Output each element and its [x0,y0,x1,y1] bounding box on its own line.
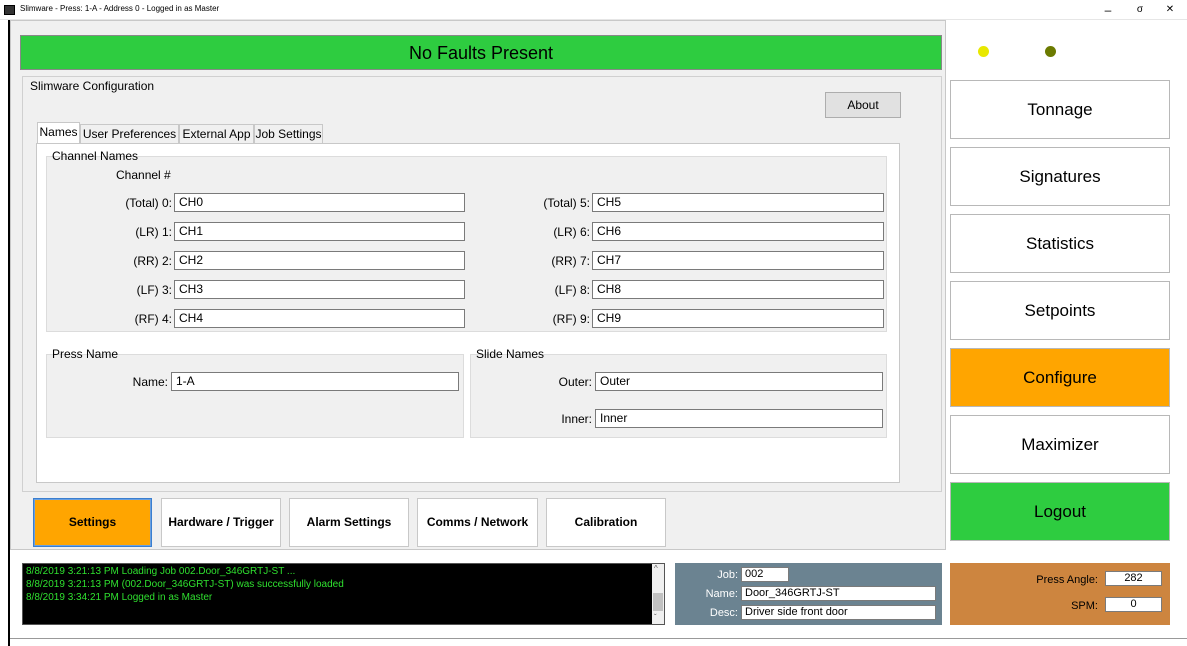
tab-job-settings[interactable]: Job Settings [254,124,323,143]
channel-7-input[interactable]: CH7 [592,251,884,270]
press-angle-value: 282 [1105,571,1162,586]
channel-5-label: (Total) 5: [543,196,590,210]
scroll-down-icon[interactable]: ˇ [654,613,657,622]
settings-button[interactable]: Settings [33,498,152,547]
channel-7-label: (RR) 7: [551,254,590,268]
channel-1-input[interactable]: CH1 [174,222,465,241]
tab-names[interactable]: Names [37,122,80,144]
channel-4-label: (RF) 4: [134,312,172,326]
nav-statistics-button[interactable]: Statistics [950,214,1170,273]
bottom-divider [10,638,1187,639]
channel-1-label: (LR) 1: [135,225,172,239]
channel-3-label: (LF) 3: [136,283,172,297]
tab-user-preferences[interactable]: User Preferences [80,124,179,143]
spm-value: 0 [1105,597,1162,612]
nav-logout-button[interactable]: Logout [950,482,1170,541]
log-line: 8/8/2019 3:21:13 PM (002.Door_346GRTJ-ST… [26,579,344,590]
log-scrollbar[interactable]: ^ ˇ [652,564,664,624]
press-angle-label: Press Angle: [1036,574,1098,586]
maximize-icon[interactable]: σ [1128,1,1152,19]
nav-configure-button[interactable]: Configure [950,348,1170,407]
outer-slide-input[interactable]: Outer [595,372,883,391]
job-desc-field[interactable]: Driver side front door [741,605,936,620]
calibration-button[interactable]: Calibration [546,498,666,547]
log-line: 8/8/2019 3:34:21 PM Logged in as Master [26,592,213,603]
status-led-yellow-icon [978,46,989,57]
inner-slide-input[interactable]: Inner [595,409,883,428]
channel-0-input[interactable]: CH0 [174,193,465,212]
channel-names-group [46,156,887,332]
press-name-title: Press Name [52,347,119,361]
fault-status-bar: No Faults Present [20,35,942,70]
job-number-field[interactable]: 002 [741,567,789,582]
comms-network-button[interactable]: Comms / Network [417,498,538,547]
channel-2-label: (RR) 2: [133,254,172,268]
channel-number-header: Channel # [116,168,171,182]
channel-8-label: (LF) 8: [554,283,590,297]
minimize-icon[interactable]: – [1096,1,1120,19]
press-name-input[interactable]: 1-A [171,372,459,391]
outer-slide-label: Outer: [558,375,592,389]
log-line: 8/8/2019 3:21:13 PM Loading Job 002.Door… [26,566,296,577]
close-icon[interactable]: ✕ [1158,1,1182,19]
slide-names-title: Slide Names [476,347,545,361]
spm-label: SPM: [1071,600,1098,612]
nav-tonnage-button[interactable]: Tonnage [950,80,1170,139]
channel-9-label: (RF) 9: [552,312,590,326]
channel-6-input[interactable]: CH6 [592,222,884,241]
inner-slide-label: Inner: [561,412,592,426]
config-panel-title: Slimware Configuration [30,79,155,93]
press-name-label: Name: [132,375,168,389]
job-name-field[interactable]: Door_346GRTJ-ST [741,586,936,601]
log-scroll-thumb[interactable] [653,593,663,611]
channel-names-title: Channel Names [52,149,139,163]
hardware-trigger-button[interactable]: Hardware / Trigger [161,498,281,547]
channel-6-label: (LR) 6: [553,225,590,239]
scroll-up-icon[interactable]: ^ [654,564,658,573]
channel-5-input[interactable]: CH5 [592,193,884,212]
nav-setpoints-button[interactable]: Setpoints [950,281,1170,340]
nav-signatures-button[interactable]: Signatures [950,147,1170,206]
about-button[interactable]: About [825,92,901,118]
alarm-settings-button[interactable]: Alarm Settings [289,498,409,547]
channel-4-input[interactable]: CH4 [174,309,465,328]
channel-2-input[interactable]: CH2 [174,251,465,270]
job-name-label: Name: [705,588,738,600]
channel-9-input[interactable]: CH9 [592,309,884,328]
job-desc-label: Desc: [709,607,738,619]
channel-8-input[interactable]: CH8 [592,280,884,299]
window-title: Slimware - Press: 1-A - Address 0 - Logg… [20,4,220,13]
nav-maximizer-button[interactable]: Maximizer [950,415,1170,474]
channel-3-input[interactable]: CH3 [174,280,465,299]
press-name-group [46,354,464,438]
tab-external-app[interactable]: External App [179,124,254,143]
status-led-dark-icon [1045,46,1056,57]
job-label: Job: [717,569,738,581]
channel-0-label: (Total) 0: [125,196,172,210]
app-icon [4,5,15,15]
